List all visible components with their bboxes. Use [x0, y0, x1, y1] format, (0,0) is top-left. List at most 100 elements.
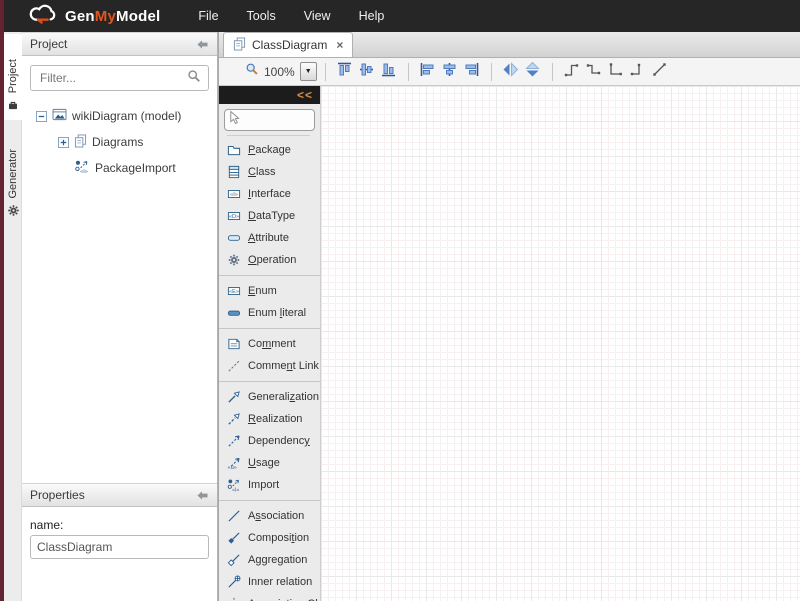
- palette-item-comment-link[interactable]: Comment Link: [219, 355, 320, 377]
- properties-panel-title: Properties: [30, 488, 85, 502]
- palette-item-label: Dependency: [248, 435, 310, 447]
- toolbar-button-mirror-vertical[interactable]: [522, 61, 544, 83]
- sidebar-tab-project[interactable]: Project: [4, 34, 22, 120]
- brand-text: GenMyModel: [65, 8, 160, 25]
- palette-item-usage[interactable]: «u» Usage: [219, 452, 320, 474]
- tree-item-diagrams[interactable]: Diagrams: [36, 129, 217, 155]
- toolbar-button-route-elbow-4[interactable]: [627, 61, 649, 83]
- tree-expand-icon[interactable]: [58, 137, 69, 148]
- sidebar-tab-generator[interactable]: Generator: [4, 128, 22, 226]
- menu-item-tools[interactable]: Tools: [247, 9, 276, 23]
- toolbar-button-route-elbow-3[interactable]: [605, 61, 627, 83]
- toolbar-button-align-right[interactable]: [461, 61, 483, 83]
- toolbar-button-route-elbow-1[interactable]: [561, 61, 583, 83]
- palette-item-attribute[interactable]: Attribute: [219, 227, 320, 249]
- properties-panel-header: Properties: [22, 483, 217, 507]
- palette-collapse-button[interactable]: <<: [297, 89, 313, 101]
- palette-item-enum-literal[interactable]: Enum literal: [219, 302, 320, 324]
- palette-item-class[interactable]: Class: [219, 161, 320, 183]
- project-panel: Project wikiDiagram (model) Diagrams«I»Pa…: [22, 32, 218, 483]
- palette-item-interface[interactable]: «I»Interface: [219, 183, 320, 205]
- gear-icon: [7, 204, 20, 222]
- tree-item-label: wikiDiagram (model): [72, 109, 181, 123]
- palette-item-import[interactable]: «I»Import: [219, 474, 320, 496]
- editor-tabbar: ClassDiagram ×: [219, 32, 800, 58]
- palette-item-aggregation[interactable]: Aggregation: [219, 549, 320, 571]
- palette-item-label: Interface: [248, 188, 291, 200]
- properties-body: name:: [22, 507, 217, 559]
- filter-input[interactable]: [38, 70, 187, 86]
- sidebar-tab-generator-label: Generator: [7, 149, 19, 199]
- generalization-icon: [226, 390, 241, 404]
- palette-item-datatype[interactable]: «D»DataType: [219, 205, 320, 227]
- palette-item-association-cl[interactable]: Association Cl...: [219, 593, 320, 601]
- palette-item-association[interactable]: Association: [219, 505, 320, 527]
- toolbar-button-route-elbow-2[interactable]: [583, 61, 605, 83]
- enum-literal-icon: [226, 306, 241, 320]
- palette-item-composition[interactable]: Composition: [219, 527, 320, 549]
- package-icon: [226, 143, 241, 157]
- project-panel-title: Project: [30, 37, 67, 51]
- diagram-page-icon: [233, 37, 246, 54]
- palette-item-generalization[interactable]: Generalization: [219, 386, 320, 408]
- tree-indent-spacer: [58, 163, 69, 174]
- zoom-dropdown-button[interactable]: ▼: [300, 62, 317, 81]
- toolbar-button-align-left[interactable]: [417, 61, 439, 83]
- palette-item-comment[interactable]: Comment: [219, 333, 320, 355]
- toolbar-separator: [325, 63, 326, 81]
- comment-link-icon: [226, 359, 241, 373]
- palette-item-label: Comment: [248, 338, 296, 350]
- tree-item-wikidiagram-model[interactable]: wikiDiagram (model): [36, 103, 217, 129]
- palette-item-label: Realization: [248, 413, 302, 425]
- tab-classdiagram[interactable]: ClassDiagram ×: [223, 32, 353, 57]
- class-icon: [226, 165, 241, 179]
- project-panel-header: Project: [22, 32, 217, 56]
- menu-item-view[interactable]: View: [304, 9, 331, 23]
- collapse-arrow-icon[interactable]: [196, 490, 209, 501]
- route-elbow-3-icon: [607, 61, 624, 83]
- import-icon: «I»: [226, 478, 241, 492]
- toolbar-button-align-middle[interactable]: [356, 61, 378, 83]
- palette-item-label: Attribute: [248, 232, 289, 244]
- align-left-icon: [419, 61, 436, 83]
- selection-tool-button[interactable]: [224, 109, 315, 131]
- toolbar-button-mirror-horizontal[interactable]: [500, 61, 522, 83]
- palette-item-label: Enum literal: [248, 307, 306, 319]
- svg-text:«I»: «I»: [232, 488, 239, 492]
- tree-collapse-icon[interactable]: [36, 111, 47, 122]
- palette-item-label: Generalization: [248, 391, 319, 403]
- align-center-icon: [441, 61, 458, 83]
- zoom-magnifier-icon: [245, 62, 259, 81]
- route-oblique-icon: [651, 61, 668, 83]
- palette-item-dependency[interactable]: Dependency: [219, 430, 320, 452]
- mirror-horizontal-icon: [502, 61, 519, 83]
- palette-item-label: Usage: [248, 457, 280, 469]
- palette-item-package[interactable]: Package: [219, 139, 320, 161]
- svg-text:«u»: «u»: [227, 465, 236, 470]
- tree-item-packageimport[interactable]: «I»PackageImport: [36, 155, 217, 181]
- diagram-canvas[interactable]: [321, 86, 800, 601]
- name-field-input[interactable]: [30, 535, 209, 559]
- toolbar-button-align-bottom[interactable]: [378, 61, 400, 83]
- toolbar-button-align-center[interactable]: [439, 61, 461, 83]
- tab-close-icon[interactable]: ×: [336, 38, 343, 52]
- palette-item-enum[interactable]: «E»Enum: [219, 280, 320, 302]
- attribute-icon: [226, 231, 241, 245]
- route-elbow-1-icon: [563, 61, 580, 83]
- palette-item-operation[interactable]: Operation: [219, 249, 320, 271]
- toolbar-button-align-top[interactable]: [334, 61, 356, 83]
- palette-item-inner-relation[interactable]: Inner relation: [219, 571, 320, 593]
- app-logo[interactable]: GenMyModel: [28, 3, 160, 29]
- zoom-level-value: 100%: [264, 65, 295, 79]
- package-import-icon: «I»: [74, 159, 90, 177]
- palette-group: PackageClass«I»Interface«D»DataType Attri…: [219, 137, 320, 273]
- menu-item-file[interactable]: File: [198, 9, 218, 23]
- name-field-label: name:: [30, 518, 209, 532]
- menu-item-help[interactable]: Help: [359, 9, 385, 23]
- collapse-arrow-icon[interactable]: [196, 39, 209, 50]
- toolbar-button-route-oblique[interactable]: [649, 61, 671, 83]
- palette-item-label: Inner relation: [248, 576, 312, 588]
- filter-box: [30, 65, 209, 91]
- search-icon: [187, 69, 201, 88]
- palette-item-realization[interactable]: Realization: [219, 408, 320, 430]
